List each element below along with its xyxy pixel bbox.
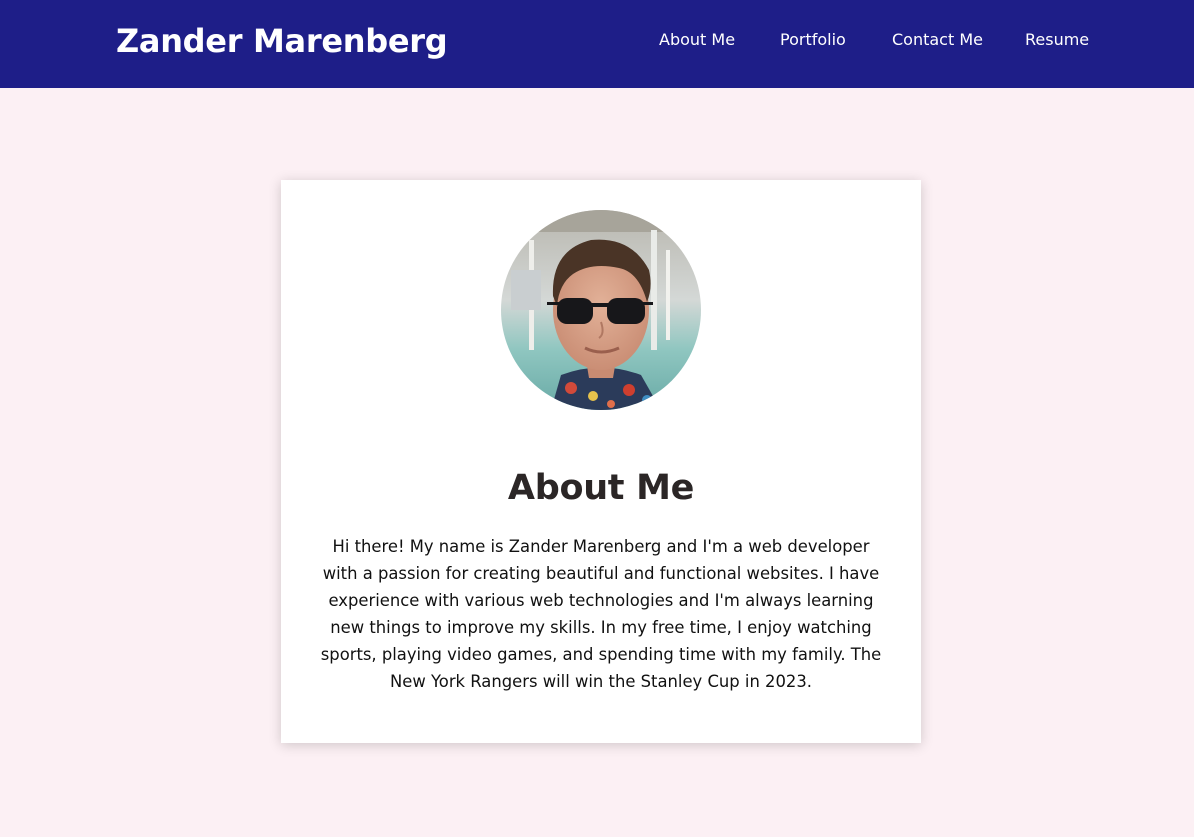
site-header: Zander Marenberg About Me Portfolio Cont… — [0, 0, 1194, 88]
about-card: About Me Hi there! My name is Zander Mar… — [281, 180, 921, 743]
nav-link-resume[interactable]: Resume — [1025, 30, 1089, 50]
nav-link-about-me[interactable]: About Me — [659, 30, 735, 50]
main-nav: About Me Portfolio Contact Me Resume — [0, 30, 1194, 52]
about-text: Hi there! My name is Zander Marenberg an… — [320, 537, 882, 691]
avatar — [501, 210, 701, 410]
nav-link-contact-me[interactable]: Contact Me — [892, 30, 983, 50]
profile-photo — [501, 210, 701, 410]
nav-link-portfolio[interactable]: Portfolio — [780, 30, 846, 50]
about-title: About Me — [507, 468, 695, 508]
